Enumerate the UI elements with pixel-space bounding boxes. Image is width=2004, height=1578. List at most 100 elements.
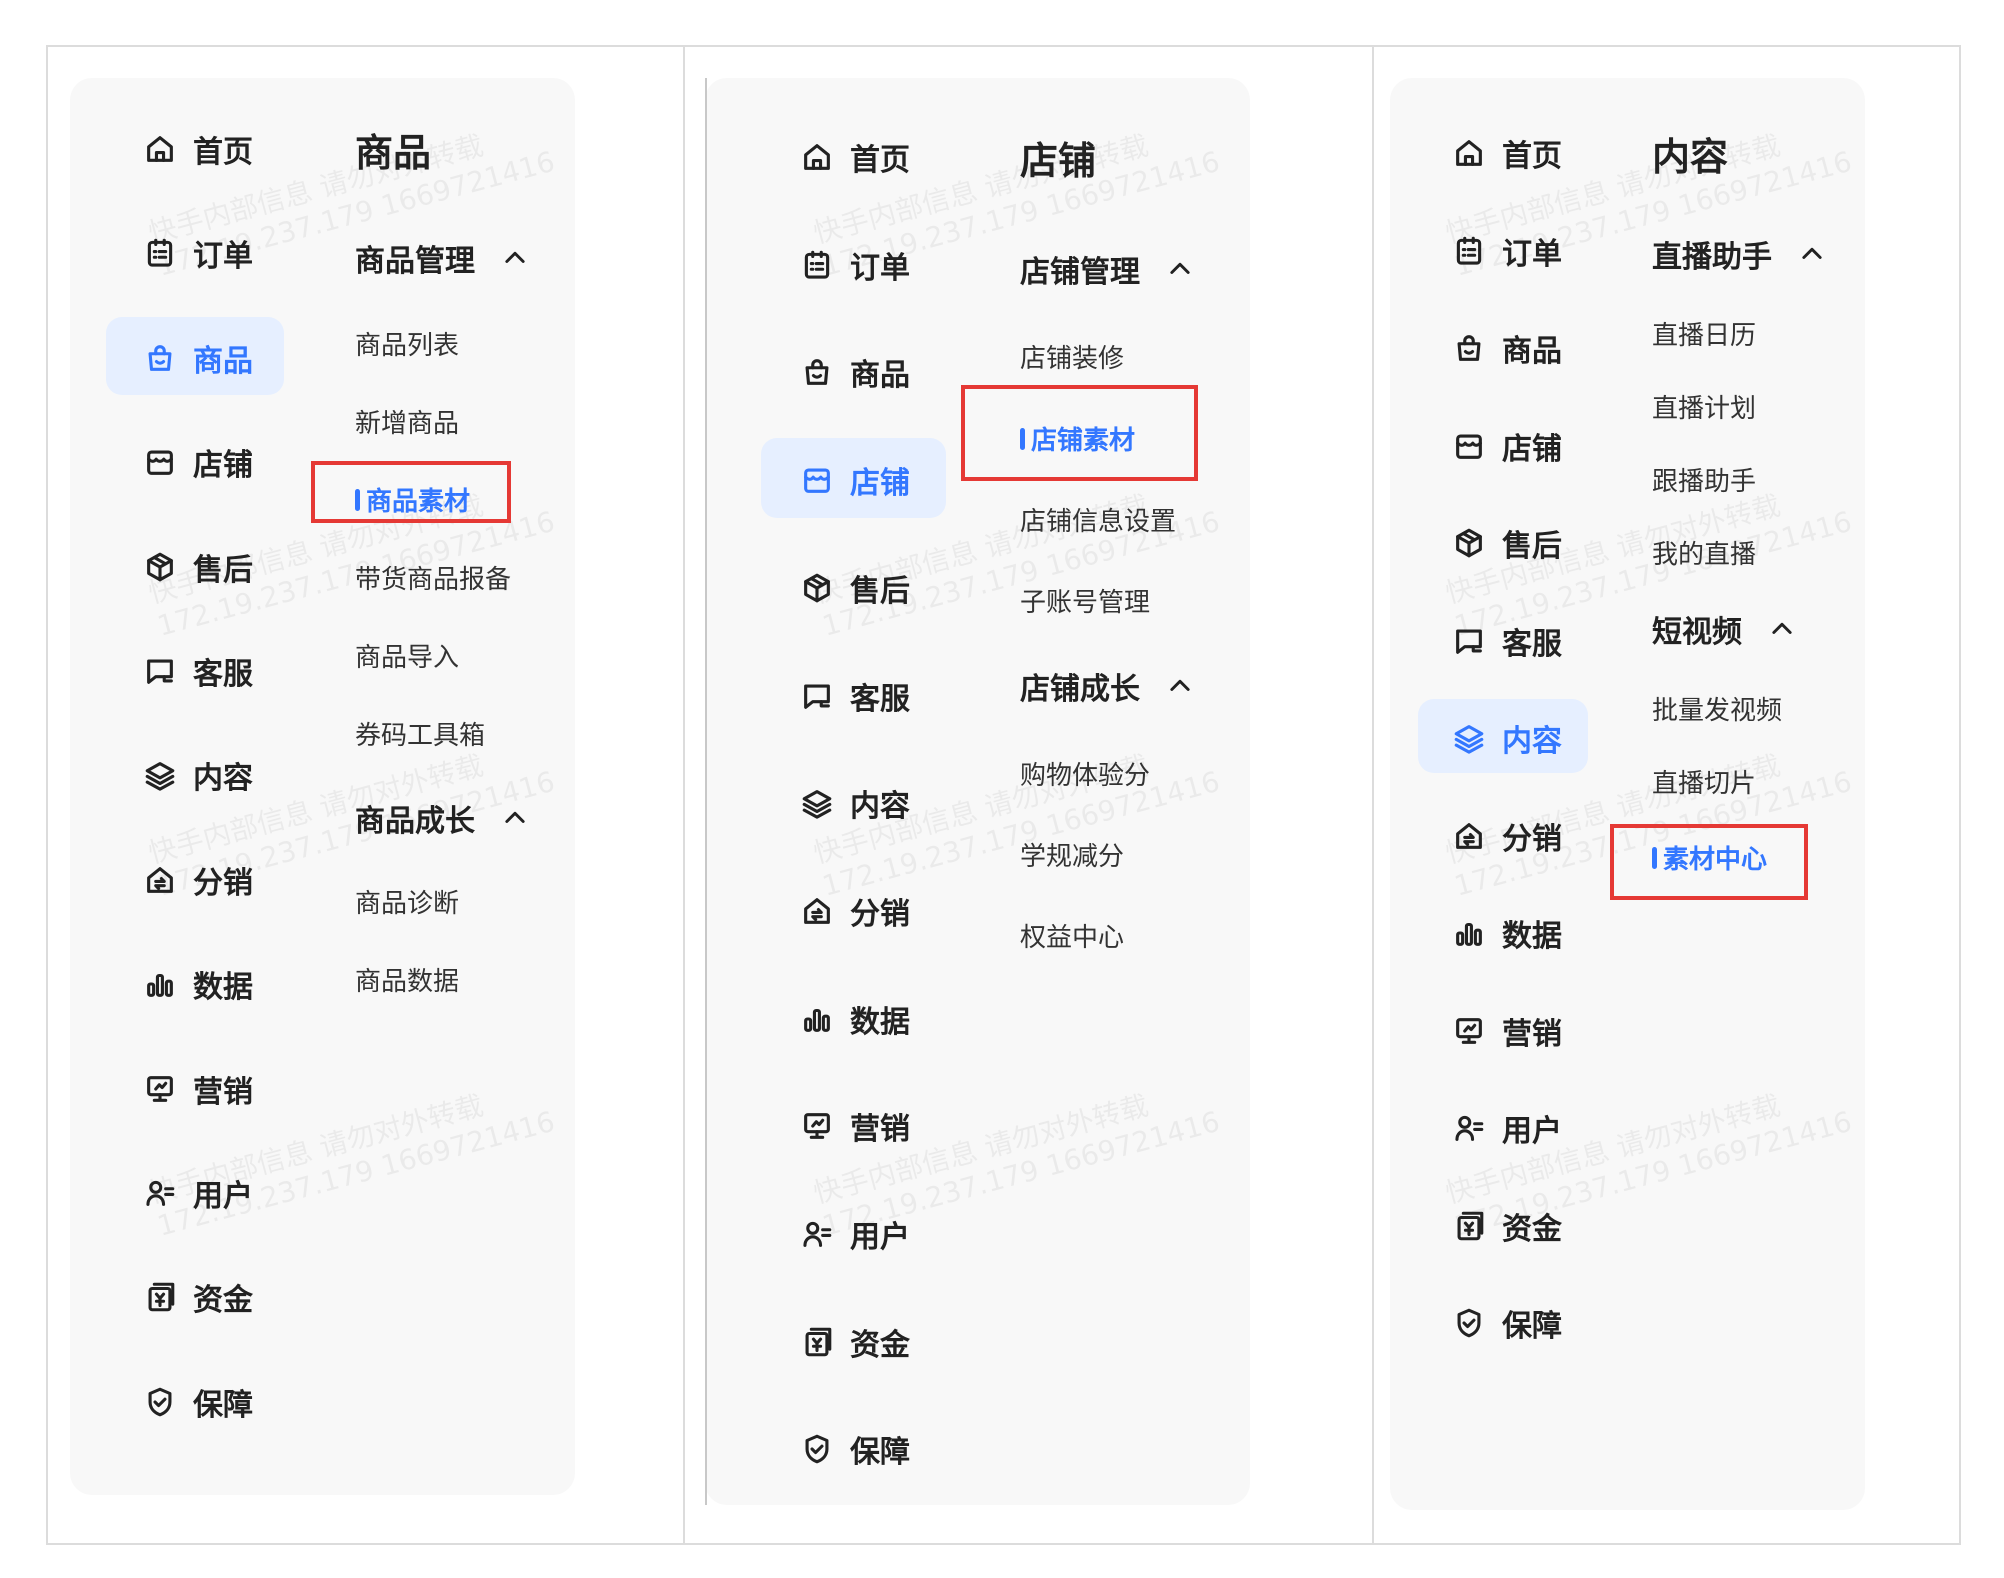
- nav-item-label: 商品: [193, 344, 253, 379]
- submenu-item-label: 券码工具箱: [355, 721, 486, 751]
- nav-item-guarantee[interactable]: 保障: [143, 1380, 253, 1424]
- nav-item-guarantee[interactable]: 保障: [1452, 1301, 1562, 1345]
- nav-item-after_sale[interactable]: 售后: [143, 545, 253, 589]
- nav-item-label: 售后: [1502, 529, 1562, 564]
- nav-item-product[interactable]: 商品: [800, 350, 910, 394]
- nav-item-label: 店铺: [1502, 432, 1562, 467]
- nav-item-order[interactable]: 订单: [800, 243, 910, 287]
- submenu-item-label: 直播切片: [1652, 769, 1757, 799]
- shield-check-icon: [143, 1385, 177, 1419]
- submenu-item-label: 商品诊断: [355, 889, 460, 919]
- nav-item-content[interactable]: 内容: [800, 781, 910, 825]
- box-icon: [143, 550, 177, 584]
- nav-item-label: 商品: [850, 358, 910, 393]
- nav-item-label: 用户: [193, 1179, 253, 1214]
- nav-item-label: 数据: [1502, 919, 1562, 954]
- nav-item-label: 营销: [1502, 1017, 1562, 1052]
- submenu-item[interactable]: 批量发视频: [1652, 690, 1782, 727]
- submenu-item[interactable]: 我的直播: [1652, 534, 1756, 571]
- nav-item-fund[interactable]: 资金: [800, 1320, 910, 1364]
- nav-item-label: 资金: [850, 1328, 910, 1363]
- nav-item-product[interactable]: 商品: [1452, 326, 1562, 370]
- submenu-title: 店铺: [1020, 139, 1097, 183]
- submenu-group-header[interactable]: 短视频: [1652, 607, 1796, 651]
- nav-item-marketing[interactable]: 营销: [800, 1104, 910, 1148]
- shop-icon: [800, 463, 834, 497]
- nav-item-marketing[interactable]: 营销: [1452, 1009, 1562, 1053]
- submenu-item[interactable]: 权益中心: [1020, 917, 1124, 954]
- nav-item-label: 保障: [850, 1435, 910, 1470]
- nav-item-fund[interactable]: 资金: [143, 1275, 253, 1319]
- submenu-item[interactable]: 购物体验分: [1020, 755, 1150, 792]
- submenu-item[interactable]: 直播切片: [1652, 763, 1756, 800]
- distribution-icon: [1452, 819, 1486, 853]
- bag-icon: [143, 341, 177, 375]
- nav-item-product[interactable]: 商品: [143, 336, 253, 380]
- submenu-item[interactable]: 新增商品: [355, 403, 459, 440]
- nav-item-after_sale[interactable]: 售后: [1452, 521, 1562, 565]
- submenu-group-header[interactable]: 店铺成长: [1020, 664, 1194, 708]
- submenu-item[interactable]: 带货商品报备: [355, 559, 511, 596]
- nav-item-user[interactable]: 用户: [1452, 1106, 1562, 1150]
- nav-item-user[interactable]: 用户: [800, 1212, 910, 1256]
- chevron-up-icon: [501, 804, 529, 832]
- submenu-group-header[interactable]: 直播助手: [1652, 232, 1826, 276]
- nav-item-fund[interactable]: 资金: [1452, 1204, 1562, 1248]
- submenu-group-header[interactable]: 商品管理: [355, 236, 529, 280]
- fund-icon: [1452, 1209, 1486, 1243]
- nav-item-service[interactable]: 客服: [1452, 619, 1562, 663]
- chevron-up-icon: [1768, 615, 1796, 643]
- sidebar-panel: [1390, 78, 1865, 1510]
- submenu-item[interactable]: 直播日历: [1652, 315, 1756, 352]
- submenu-item[interactable]: 直播计划: [1652, 388, 1756, 425]
- submenu-group-title: 商品管理: [355, 244, 475, 279]
- user-list-icon: [800, 1217, 834, 1251]
- nav-item-label: 首页: [1502, 139, 1562, 174]
- nav-item-distribution[interactable]: 分销: [143, 858, 253, 902]
- submenu-item-label: 子账号管理: [1020, 588, 1151, 618]
- nav-item-home[interactable]: 首页: [143, 127, 253, 171]
- nav-item-guarantee[interactable]: 保障: [800, 1427, 910, 1471]
- submenu-item[interactable]: 店铺信息设置: [1020, 501, 1176, 538]
- nav-item-label: 营销: [193, 1075, 253, 1110]
- nav-item-after_sale[interactable]: 售后: [800, 566, 910, 610]
- nav-item-data[interactable]: 数据: [800, 997, 910, 1041]
- nav-item-shop[interactable]: 店铺: [800, 458, 910, 502]
- nav-item-label: 资金: [193, 1283, 253, 1318]
- nav-item-home[interactable]: 首页: [800, 135, 910, 179]
- submenu-item[interactable]: 商品数据: [355, 961, 459, 998]
- nav-item-distribution[interactable]: 分销: [800, 889, 910, 933]
- nav-item-content[interactable]: 内容: [1452, 716, 1562, 760]
- submenu-item[interactable]: 券码工具箱: [355, 715, 485, 752]
- nav-item-shop[interactable]: 店铺: [143, 440, 253, 484]
- submenu-item[interactable]: 子账号管理: [1020, 582, 1150, 619]
- nav-item-label: 数据: [193, 970, 253, 1005]
- nav-item-shop[interactable]: 店铺: [1452, 424, 1562, 468]
- nav-item-label: 数据: [850, 1005, 910, 1040]
- submenu-item[interactable]: 商品导入: [355, 637, 459, 674]
- nav-item-order[interactable]: 订单: [1452, 229, 1562, 273]
- nav-item-marketing[interactable]: 营销: [143, 1067, 253, 1111]
- submenu-group-header[interactable]: 商品成长: [355, 796, 529, 840]
- nav-item-data[interactable]: 数据: [1452, 911, 1562, 955]
- submenu-item[interactable]: 商品列表: [355, 325, 459, 362]
- nav-item-user[interactable]: 用户: [143, 1171, 253, 1215]
- submenu-item[interactable]: 跟播助手: [1652, 461, 1756, 498]
- nav-item-label: 订单: [1502, 237, 1562, 272]
- nav-item-distribution[interactable]: 分销: [1452, 814, 1562, 858]
- submenu-item[interactable]: 店铺装修: [1020, 338, 1124, 375]
- nav-item-label: 商品: [1502, 334, 1562, 369]
- submenu-item[interactable]: 商品诊断: [355, 883, 459, 920]
- submenu-item-label: 带货商品报备: [355, 565, 512, 595]
- submenu-item-label: 直播计划: [1652, 394, 1757, 424]
- nav-item-home[interactable]: 首页: [1452, 131, 1562, 175]
- nav-item-data[interactable]: 数据: [143, 962, 253, 1006]
- bar-chart-icon: [143, 967, 177, 1001]
- submenu-group-header[interactable]: 店铺管理: [1020, 247, 1194, 291]
- submenu-item[interactable]: 学规减分: [1020, 836, 1124, 873]
- box-icon: [1452, 526, 1486, 560]
- nav-item-service[interactable]: 客服: [143, 649, 253, 693]
- nav-item-order[interactable]: 订单: [143, 231, 253, 275]
- nav-item-service[interactable]: 客服: [800, 674, 910, 718]
- nav-item-content[interactable]: 内容: [143, 753, 253, 797]
